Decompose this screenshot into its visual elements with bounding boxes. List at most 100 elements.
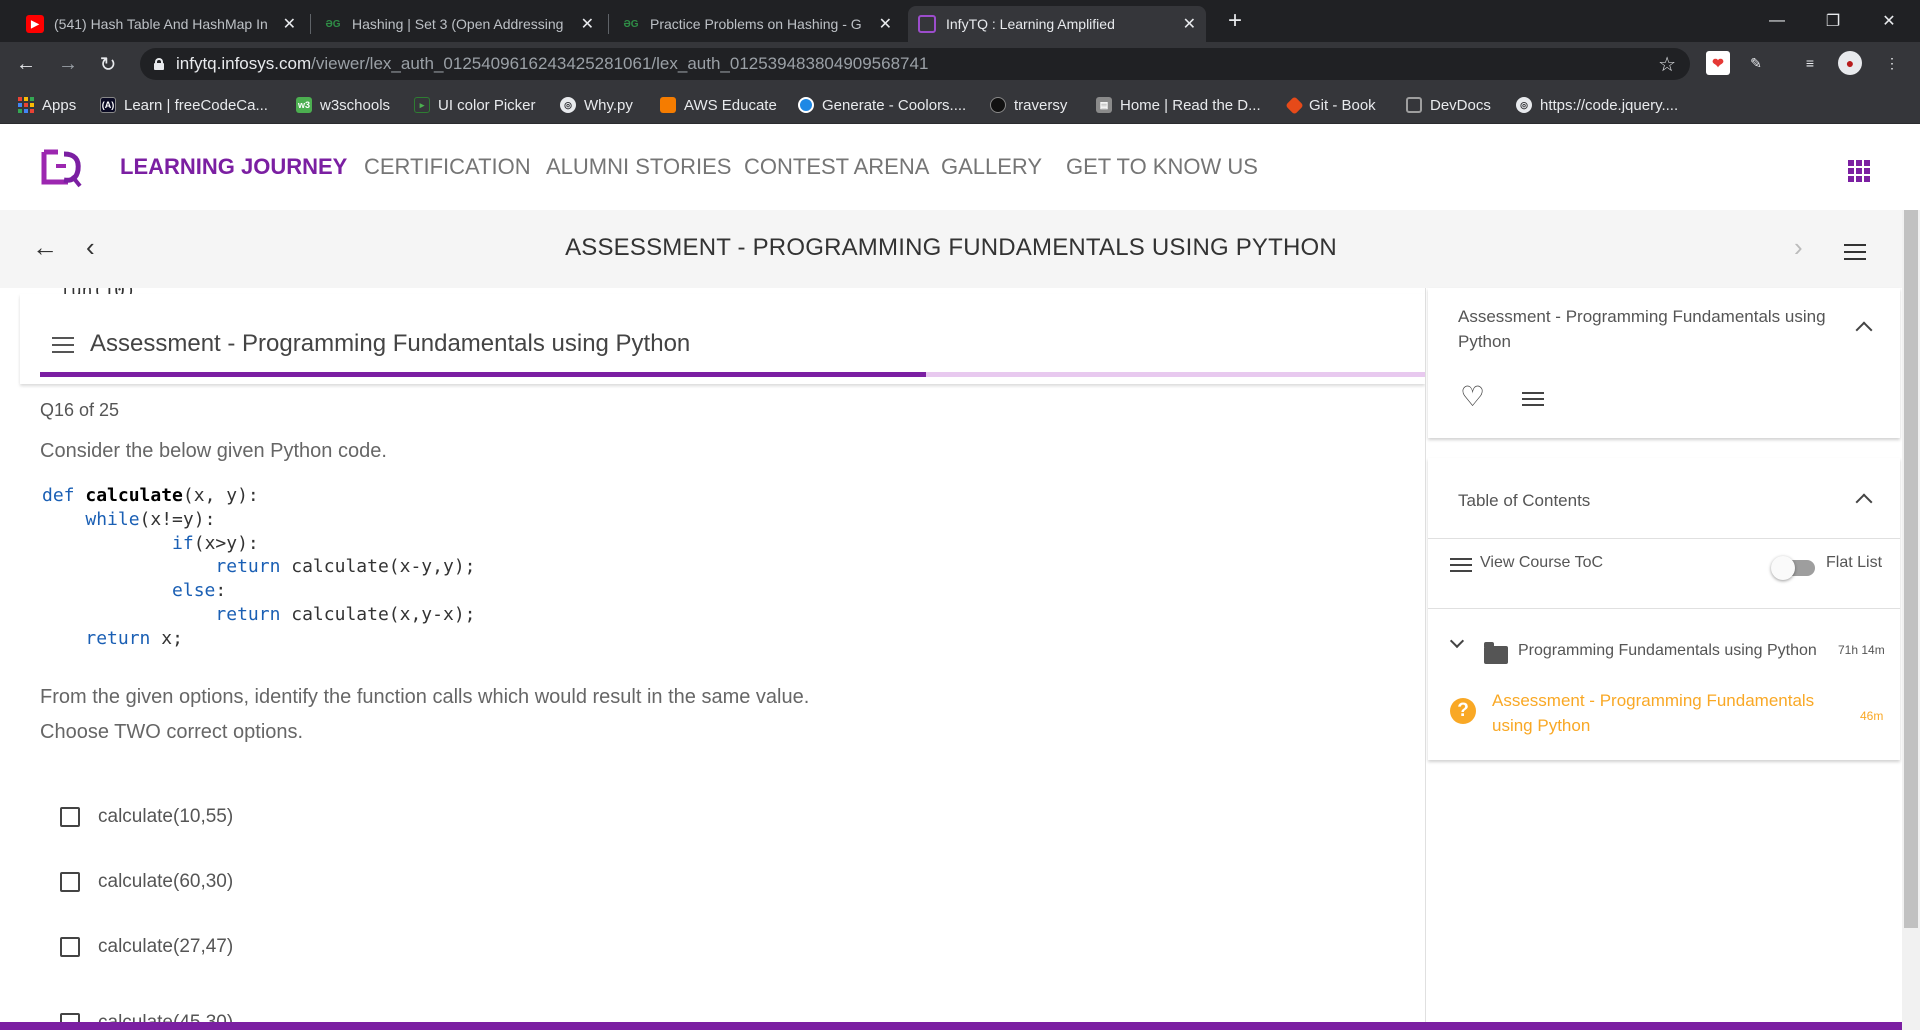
reload-icon[interactable]: ↻ [94, 50, 122, 78]
nav-alumni-stories[interactable]: ALUMNI STORIES [546, 154, 731, 180]
tab-separator [608, 14, 609, 34]
bookmark-ui-color-picker[interactable]: ▸ UI color Picker [414, 94, 536, 116]
bookmark-label: Home | Read the D... [1120, 96, 1261, 114]
bookmark-label: Git - Book [1309, 96, 1376, 114]
globe-icon: ◎ [1516, 97, 1532, 113]
profile-avatar[interactable]: ● [1838, 51, 1862, 75]
code-line: if(x>y): [172, 532, 259, 554]
checkbox[interactable] [60, 937, 80, 957]
git-icon [1285, 95, 1304, 115]
back-arrow-icon[interactable]: ← [12, 50, 40, 78]
bookmark-readthedocs[interactable]: ▤ Home | Read the D... [1096, 94, 1261, 116]
forward-arrow-icon[interactable]: → [54, 50, 82, 78]
course-title[interactable]: Programming Fundamentals using Python [1518, 638, 1817, 663]
new-tab-button[interactable]: + [1220, 6, 1250, 36]
close-tab-icon[interactable]: ✕ [581, 14, 594, 34]
ui-color-picker-icon: ▸ [414, 97, 430, 113]
viewer-title-bar: ASSESSMENT - PROGRAMMING FUNDAMENTALS US… [0, 210, 1902, 288]
bookmark-freecodecamp[interactable]: (A) Learn | freeCodeCa... [100, 94, 268, 116]
bookmark-star-icon[interactable]: ☆ [1658, 52, 1676, 77]
bookmark-devdocs[interactable]: DevDocs [1406, 94, 1491, 116]
option-1[interactable]: calculate(10,55) [60, 804, 233, 830]
content-info-card: Assessment - Programming Fundamentals us… [1428, 288, 1900, 438]
checkbox[interactable] [60, 807, 80, 827]
collapse-chevron-icon[interactable] [1855, 493, 1873, 511]
expand-chevron-icon[interactable] [1449, 633, 1465, 649]
close-window-icon[interactable]: ✕ [1866, 0, 1912, 42]
tab-title: Practice Problems on Hashing - G [650, 16, 862, 32]
bookmark-jquery[interactable]: ◎ https://code.jquery.... [1516, 94, 1678, 116]
option-3[interactable]: calculate(27,47) [60, 934, 233, 960]
code-line: while(x!=y): [85, 508, 216, 530]
divider [1428, 608, 1900, 609]
active-item-duration: 46m [1860, 709, 1884, 723]
option-label: calculate(27,47) [98, 936, 234, 957]
flat-list-label: Flat List [1826, 554, 1883, 571]
bookmark-why-py[interactable]: ◎ Why.py [560, 94, 633, 116]
url-path: /viewer/lex_auth_012540961624342528106​1… [311, 54, 929, 73]
option-2[interactable]: calculate(60,30) [60, 869, 233, 895]
close-tab-icon[interactable]: ✕ [283, 14, 296, 34]
code-line: return calculate(x-y,y); [215, 556, 476, 578]
flat-list-toggle[interactable] [1771, 556, 1815, 580]
bookmark-label: DevDocs [1430, 96, 1491, 114]
minimize-icon[interactable]: — [1754, 0, 1800, 42]
bookmark-coolors[interactable]: Generate - Coolors.... [798, 94, 966, 116]
content-sidebar: Assessment - Programming Fundamentals us… [1425, 288, 1902, 1030]
close-tab-icon[interactable]: ✕ [879, 14, 892, 34]
assessment-content: fun(10) Assessment - Programming Fundame… [0, 288, 1425, 1030]
nav-contest-arena[interactable]: CONTEST ARENA [744, 154, 929, 180]
divider [1428, 538, 1900, 539]
infytq-logo[interactable] [38, 146, 82, 188]
tab-separator [310, 14, 311, 34]
bookmark-traversy[interactable]: traversy [990, 94, 1067, 116]
close-tab-icon[interactable]: ✕ [1183, 14, 1196, 34]
bookmark-w3schools[interactable]: w3 w3schools [296, 94, 390, 116]
menu-icon[interactable] [52, 337, 74, 353]
assessment-progress-bar [40, 372, 1425, 377]
devdocs-icon [1406, 97, 1422, 113]
nav-gallery[interactable]: GALLERY [941, 154, 1042, 180]
playlist-extension-icon[interactable]: ≡ [1798, 51, 1822, 75]
menu-icon[interactable] [1844, 244, 1866, 260]
option-label: calculate(10,55) [98, 806, 234, 827]
view-course-toc-link[interactable]: View Course ToC [1480, 550, 1603, 575]
back-arrow-icon[interactable]: ← [32, 232, 58, 263]
pen-extension-icon[interactable]: ✎ [1744, 51, 1768, 75]
bookmark-aws-educate[interactable]: AWS Educate [660, 94, 777, 116]
address-bar[interactable]: infytq.infosys.com/viewer/lex_auth_01254… [140, 48, 1690, 80]
nav-learning-journey[interactable]: LEARNING JOURNEY [120, 154, 347, 180]
browser-tab-strip: ▶ (541) Hash Table And HashMap In ✕ ƏG H… [0, 0, 1920, 42]
chrome-menu-icon[interactable]: ⋮ [1880, 51, 1904, 75]
code-line: return calculate(x,y-x); [215, 603, 476, 625]
collapse-chevron-icon[interactable] [1855, 321, 1873, 339]
browser-tab[interactable]: ƏG Practice Problems on Hashing - G ✕ [612, 6, 902, 42]
bookmark-label: UI color Picker [438, 96, 536, 114]
nav-certification[interactable]: CERTIFICATION [364, 154, 531, 180]
bookmark-apps[interactable]: Apps [18, 94, 76, 116]
checkbox[interactable] [60, 872, 80, 892]
bookmark-git-book[interactable]: Git - Book [1285, 94, 1376, 116]
browser-tab[interactable]: ƏG Hashing | Set 3 (Open Addressing ✕ [314, 6, 604, 42]
question-prompt: From the given options, identify the fun… [40, 686, 810, 708]
heart-icon[interactable]: ♡ [1460, 380, 1485, 413]
browser-tab[interactable]: ▶ (541) Hash Table And HashMap In ✕ [16, 6, 306, 42]
toggle-knob [1771, 556, 1795, 580]
previous-chevron-icon[interactable]: ‹ [86, 232, 95, 263]
active-item-title[interactable]: Assessment - Programming Fundamentals us… [1492, 688, 1852, 738]
scrollbar-thumb[interactable] [1904, 210, 1918, 928]
browser-toolbar: ← → ↻ infytq.infosys.com/viewer/lex_auth… [0, 42, 1920, 86]
nav-get-to-know-us[interactable]: GET TO KNOW US [1066, 154, 1258, 180]
tab-title: Hashing | Set 3 (Open Addressing [352, 16, 564, 32]
viewer-title: ASSESSMENT - PROGRAMMING FUNDAMENTALS US… [565, 234, 1337, 261]
code-line: def calculate(x, y): [42, 485, 259, 506]
bookmark-label: w3schools [320, 96, 391, 114]
pocket-extension-icon[interactable]: ❤ [1706, 51, 1730, 75]
apps-grid-icon[interactable] [1848, 160, 1870, 182]
browser-tab-active[interactable]: InfyTQ : Learning Amplified ✕ [908, 6, 1206, 42]
question-number: Q16 of 25 [40, 400, 120, 420]
playlist-add-icon[interactable] [1522, 392, 1544, 408]
bookmark-label: traversy [1014, 96, 1068, 114]
restore-icon[interactable]: ❐ [1810, 0, 1856, 42]
next-chevron-icon[interactable]: › [1794, 232, 1803, 263]
